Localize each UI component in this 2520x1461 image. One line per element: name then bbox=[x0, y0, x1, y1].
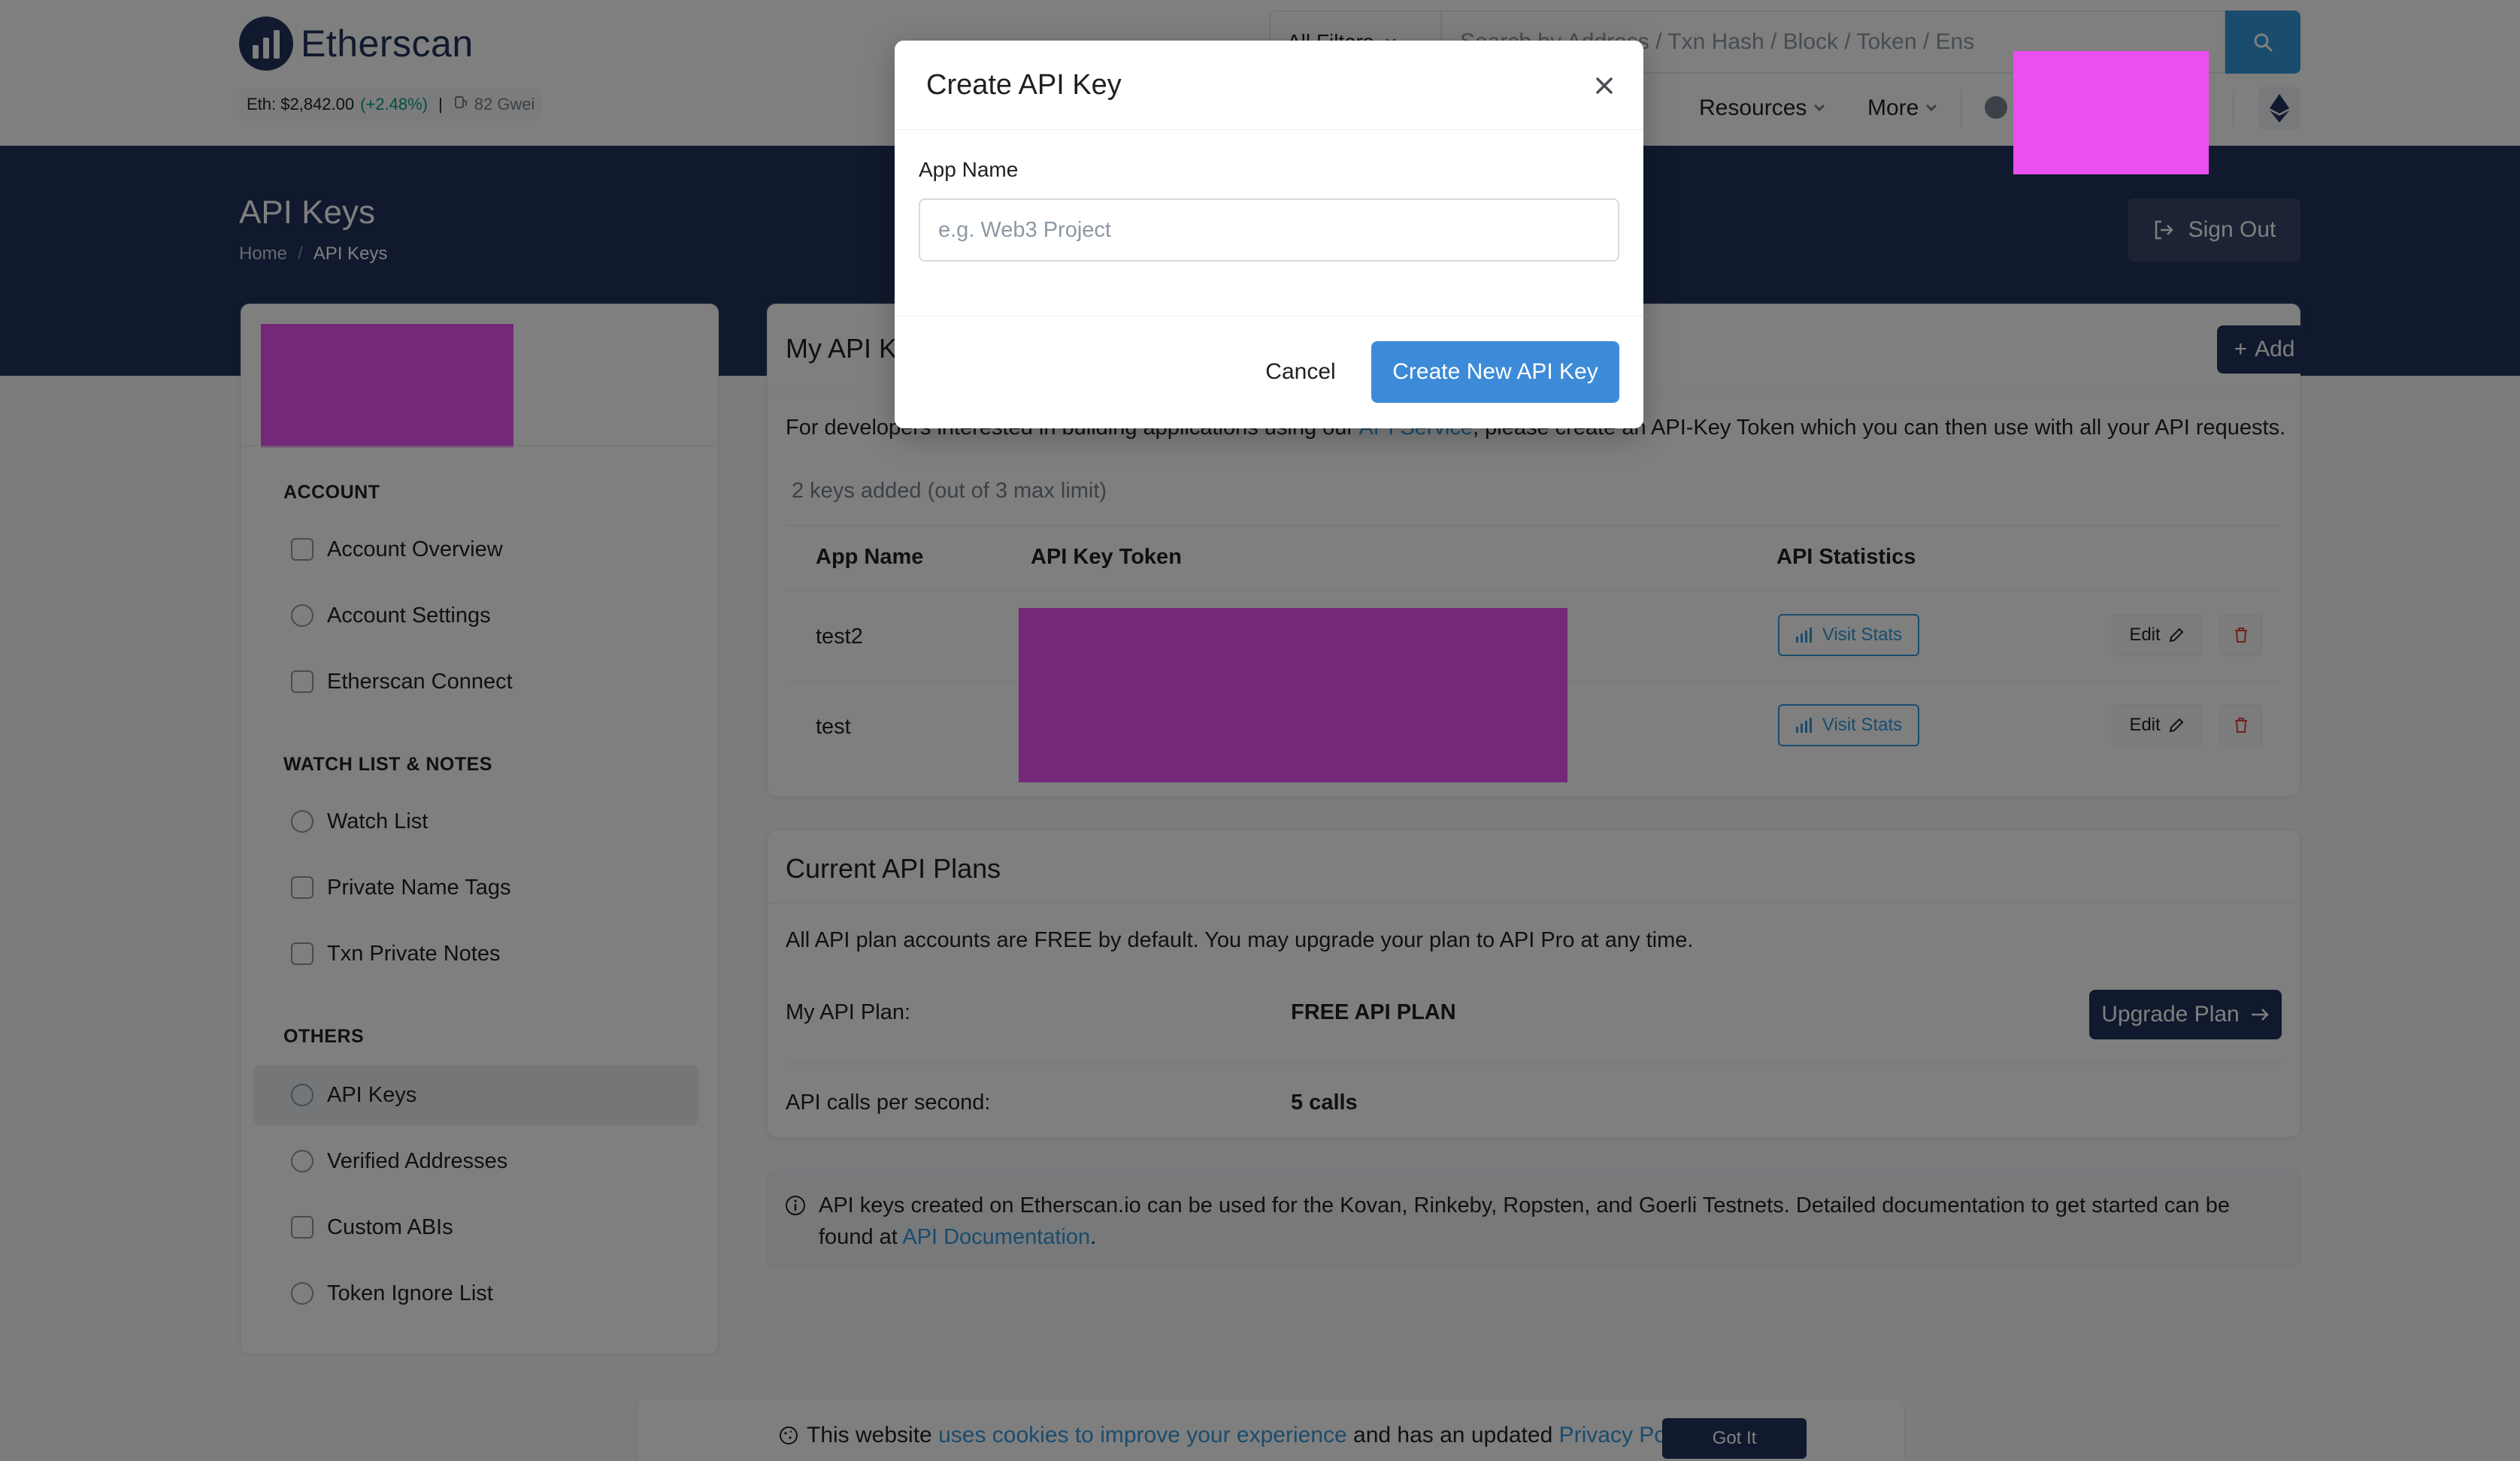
create-api-key-modal: Create API Key App Name Cancel Create Ne… bbox=[895, 41, 1643, 428]
app-name-label: App Name bbox=[919, 158, 1019, 181]
close-button[interactable] bbox=[1589, 71, 1619, 101]
create-new-api-key-button[interactable]: Create New API Key bbox=[1371, 341, 1619, 403]
redacted-user-menu bbox=[2013, 51, 2209, 174]
page: Etherscan Eth: $2,842.00 (+2.48%) | 82 G… bbox=[0, 0, 2520, 1461]
cancel-button[interactable]: Cancel bbox=[1240, 341, 1361, 403]
app-name-input[interactable] bbox=[919, 198, 1619, 262]
close-icon bbox=[1596, 77, 1613, 94]
modal-header-divider bbox=[895, 129, 1643, 130]
modal-title: Create API Key bbox=[926, 69, 1122, 101]
